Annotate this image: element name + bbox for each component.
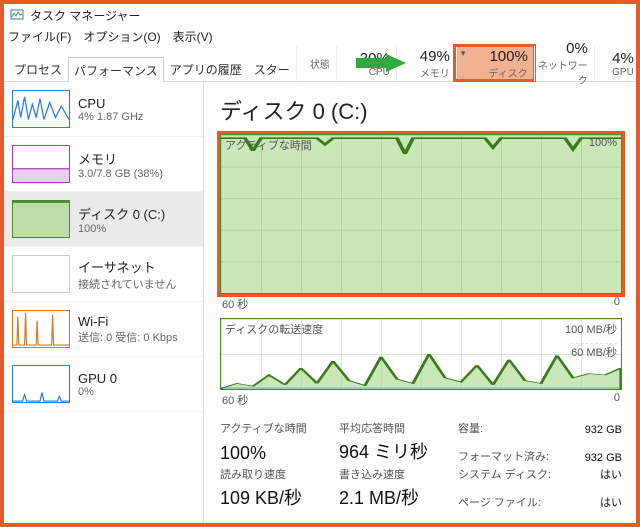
sidebar-gpu-name: GPU 0 xyxy=(78,371,117,386)
transfer-chart[interactable]: ディスクの転送速度 100 MB/秒 60 MB/秒 xyxy=(220,318,622,390)
summary-disk-label: ディスク xyxy=(459,65,528,80)
stat-active-value: 100% xyxy=(220,443,335,464)
stat-write-label: 書き込み速度 xyxy=(339,466,454,482)
menu-view[interactable]: 表示(V) xyxy=(173,28,213,45)
wifi-thumb-icon xyxy=(12,310,70,348)
sidebar-wifi-sub: 送信: 0 受信: 0 Kbps xyxy=(78,329,178,345)
sidebar-cpu-sub: 4% 1.87 GHz xyxy=(78,111,143,123)
summary-cpu-label: CPU xyxy=(339,67,390,78)
stat-resp-value: 964 ミリ秒 xyxy=(339,438,454,464)
stat-read-label: 読み取り速度 xyxy=(220,466,335,482)
summary-memory-label: メモリ xyxy=(399,65,450,80)
body: CPU 4% 1.87 GHz メモリ 3.0/7.8 GB (38%) xyxy=(4,82,636,523)
xaxis-left-2: 60 秒 xyxy=(222,392,248,408)
summary-network[interactable]: 0% ネットワーク xyxy=(534,46,594,81)
tab-startup[interactable]: スター xyxy=(248,56,296,81)
menu-options[interactable]: オプション(O) xyxy=(83,28,160,45)
gpu-thumb-icon xyxy=(12,365,70,403)
summary-status-label: 状態 xyxy=(299,56,330,71)
memory-thumb-icon xyxy=(12,145,70,183)
prop-formatted-v: 932 GB xyxy=(567,452,622,464)
summary-status[interactable]: 状態 xyxy=(296,46,336,81)
app-icon xyxy=(10,7,24,24)
tab-app-history[interactable]: アプリの履歴 xyxy=(164,56,248,81)
detail-pane: ディスク 0 (C:) アクティブな時間 100% 60 秒 0 ディスクの転送 xyxy=(204,82,636,523)
prop-capacity-v: 932 GB xyxy=(567,424,622,436)
chevron-down-icon: ▾ xyxy=(461,48,466,59)
tab-processes[interactable]: プロセス xyxy=(8,56,68,81)
summary-net-pct: 0% xyxy=(537,40,588,57)
sidebar-memory-name: メモリ xyxy=(78,149,163,168)
disk-thumb-icon xyxy=(12,200,70,238)
menu-file[interactable]: ファイル(F) xyxy=(8,28,71,45)
stats-grid: アクティブな時間 平均応答時間 容量: 932 GB 100% 964 ミリ秒 … xyxy=(220,420,622,510)
summary-disk[interactable]: ▾ 100% ディスク xyxy=(456,46,534,81)
titlebar[interactable]: タスク マネージャー xyxy=(4,4,636,26)
sidebar-item-disk[interactable]: ディスク 0 (C:) 100% xyxy=(4,192,203,247)
xaxis-right-2: 0 xyxy=(614,392,620,408)
stat-read-value: 109 KB/秒 xyxy=(220,484,335,510)
summary-cpu-pct: 20% xyxy=(339,50,390,67)
tab-strip: プロセス パフォーマンス アプリの履歴 スター xyxy=(4,46,296,81)
stat-write-value: 2.1 MB/秒 xyxy=(339,484,454,510)
summary-gpu-label: GPU xyxy=(597,67,634,78)
prop-pagefile-l: ページ ファイル: xyxy=(458,494,563,510)
sidebar-disk-sub: 100% xyxy=(78,223,165,235)
top-row: プロセス パフォーマンス アプリの履歴 スター 状態 20% CPU 49% メ… xyxy=(4,46,636,82)
sidebar[interactable]: CPU 4% 1.87 GHz メモリ 3.0/7.8 GB (38%) xyxy=(4,82,204,523)
active-time-chart[interactable]: アクティブな時間 100% xyxy=(220,134,622,294)
sidebar-cpu-name: CPU xyxy=(78,96,143,111)
summary-cpu[interactable]: 20% CPU xyxy=(336,46,396,81)
sidebar-wifi-name: Wi-Fi xyxy=(78,314,178,329)
stat-active-label: アクティブな時間 xyxy=(220,420,335,436)
sidebar-item-memory[interactable]: メモリ 3.0/7.8 GB (38%) xyxy=(4,137,203,192)
sidebar-item-ethernet[interactable]: イーサネット 接続されていません xyxy=(4,247,203,302)
window-title: タスク マネージャー xyxy=(30,7,141,24)
xaxis-left-1: 60 秒 xyxy=(222,296,248,312)
ethernet-thumb-icon xyxy=(12,255,70,293)
sidebar-item-gpu[interactable]: GPU 0 0% xyxy=(4,357,203,412)
sidebar-disk-name: ディスク 0 (C:) xyxy=(78,204,165,223)
prop-sysdisk-v: はい xyxy=(567,466,622,482)
summary-memory[interactable]: 49% メモリ xyxy=(396,46,456,81)
summary-net-label: ネットワーク xyxy=(537,57,588,87)
sidebar-ethernet-sub: 接続されていません xyxy=(78,276,176,292)
sidebar-gpu-sub: 0% xyxy=(78,386,117,398)
prop-formatted-l: フォーマット済み: xyxy=(458,448,563,464)
xaxis-right-1: 0 xyxy=(614,296,620,312)
summary-cells: 状態 20% CPU 49% メモリ ▾ 100% ディスク 0% ネットワーク xyxy=(296,46,640,81)
summary-gpu-pct: 4% xyxy=(597,50,634,67)
sidebar-ethernet-name: イーサネット xyxy=(78,257,176,276)
cpu-thumb-icon xyxy=(12,90,70,128)
stat-resp-label: 平均応答時間 xyxy=(339,420,454,436)
prop-pagefile-v: はい xyxy=(567,494,622,510)
sidebar-item-wifi[interactable]: Wi-Fi 送信: 0 受信: 0 Kbps xyxy=(4,302,203,357)
task-manager-window: タスク マネージャー ファイル(F) オプション(O) 表示(V) プロセス パ… xyxy=(0,0,640,527)
prop-capacity-l: 容量: xyxy=(458,420,563,436)
tab-performance[interactable]: パフォーマンス xyxy=(68,57,164,82)
summary-gpu[interactable]: 4% GPU xyxy=(594,46,640,81)
summary-memory-pct: 49% xyxy=(399,48,450,65)
sidebar-item-cpu[interactable]: CPU 4% 1.87 GHz xyxy=(4,82,203,137)
prop-sysdisk-l: システム ディスク: xyxy=(458,466,563,482)
sidebar-memory-sub: 3.0/7.8 GB (38%) xyxy=(78,168,163,180)
summary-disk-pct: 100% xyxy=(459,48,528,65)
detail-title: ディスク 0 (C:) xyxy=(220,94,622,126)
